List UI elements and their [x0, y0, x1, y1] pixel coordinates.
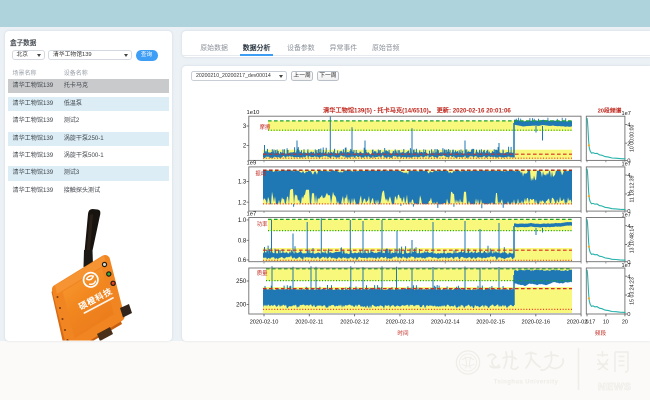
- svg-text:1e7: 1e7: [622, 263, 631, 269]
- svg-text:1e7: 1e7: [622, 111, 631, 117]
- svg-text:2020-02-14: 2020-02-14: [431, 319, 460, 325]
- svg-text:3: 3: [243, 124, 247, 130]
- svg-text:10 00:00:00: 10 00:00:00: [630, 124, 636, 152]
- svg-text:Tsinghua University: Tsinghua University: [494, 380, 559, 386]
- svg-text:250: 250: [236, 279, 247, 285]
- svg-text:NEWS: NEWS: [598, 381, 632, 393]
- svg-text:频段: 频段: [595, 329, 607, 337]
- svg-text:功率: 功率: [257, 220, 268, 228]
- svg-text:0: 0: [627, 312, 630, 318]
- svg-text:0.6: 0.6: [238, 258, 247, 264]
- svg-text:2: 2: [243, 144, 247, 150]
- svg-text:13 10:48:14: 13 10:48:14: [630, 226, 636, 254]
- svg-text:2020-02-16: 2020-02-16: [521, 319, 550, 325]
- svg-text:2020-02-11: 2020-02-11: [295, 319, 323, 325]
- svg-text:2020-02-13: 2020-02-13: [386, 319, 415, 325]
- svg-text:15 03:24:23: 15 03:24:23: [630, 277, 636, 305]
- svg-text:20段频谱: 20段频谱: [598, 106, 622, 114]
- svg-text:1.3: 1.3: [238, 180, 247, 186]
- svg-text:0.8: 0.8: [238, 238, 247, 244]
- svg-text:2020-02-10: 2020-02-10: [250, 319, 279, 325]
- svg-text:1.0: 1.0: [238, 218, 247, 224]
- svg-text:200: 200: [236, 303, 247, 309]
- svg-text:清华工物馆139(5) - 托卡马克(14/6510)。 更: 清华工物馆139(5) - 托卡马克(14/6510)。 更新: 2020-02…: [323, 107, 511, 115]
- svg-text:摩擦: 摩擦: [260, 123, 271, 131]
- svg-text:2020-02-12: 2020-02-12: [340, 319, 369, 325]
- svg-text:1e10: 1e10: [247, 110, 260, 116]
- svg-text:1.2: 1.2: [238, 200, 247, 206]
- svg-text:1e7: 1e7: [622, 212, 631, 218]
- svg-text:1e7: 1e7: [622, 162, 631, 168]
- svg-text:0: 0: [586, 319, 589, 325]
- svg-text:质量: 质量: [257, 269, 268, 277]
- svg-text:时间: 时间: [397, 329, 409, 337]
- svg-text:1e7: 1e7: [247, 212, 257, 218]
- svg-text:2020-02-17: 2020-02-17: [567, 319, 596, 325]
- svg-text:20: 20: [622, 319, 628, 325]
- svg-text:振动: 振动: [255, 170, 266, 178]
- svg-text:10: 10: [603, 319, 609, 325]
- svg-text:1e9: 1e9: [247, 161, 257, 167]
- svg-text:2020-02-15: 2020-02-15: [476, 319, 505, 325]
- svg-text:11 18:12:39: 11 18:12:39: [630, 175, 636, 202]
